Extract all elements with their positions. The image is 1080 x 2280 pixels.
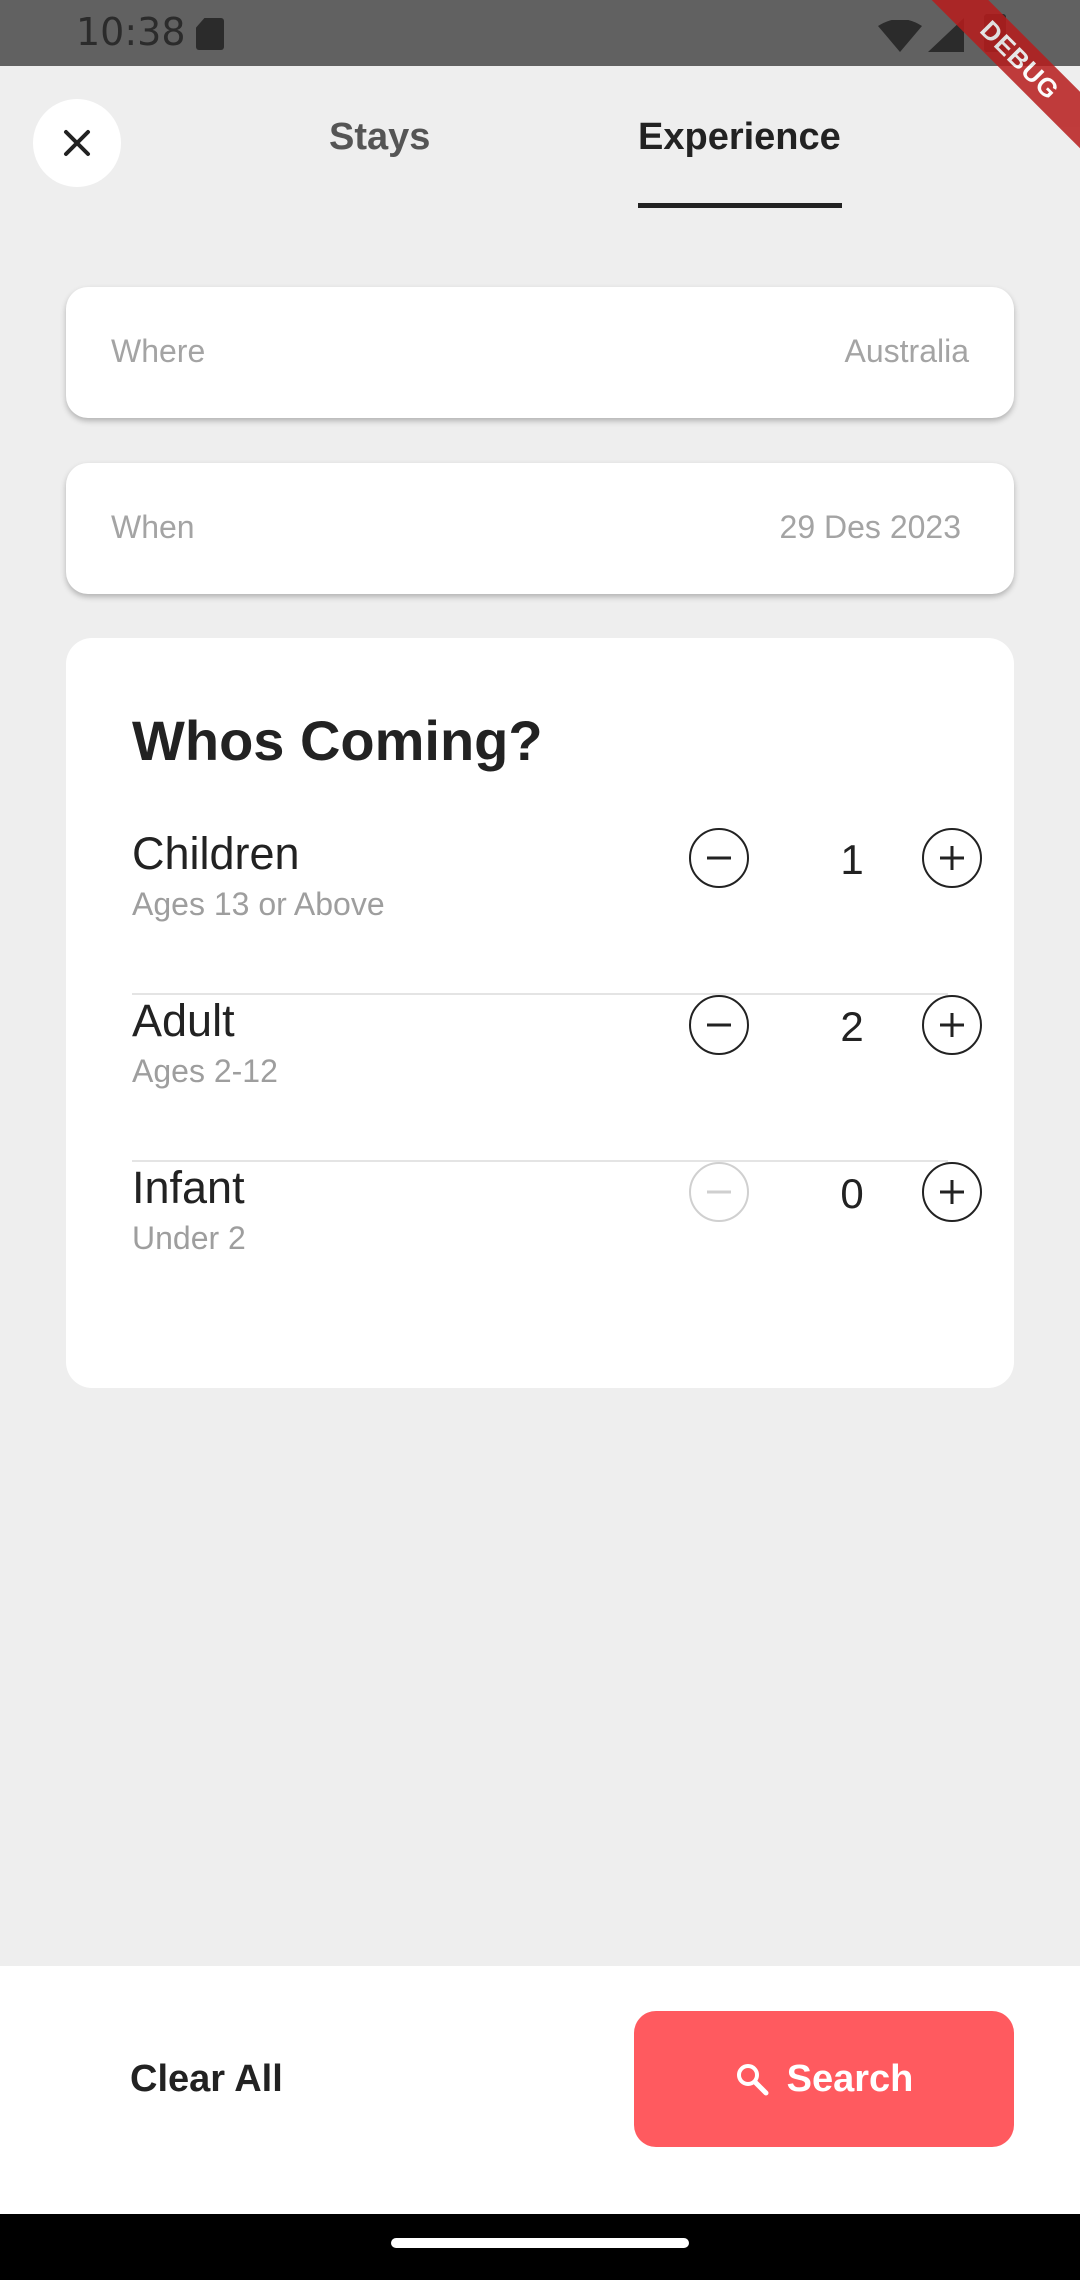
where-field[interactable]: Where Australia: [66, 287, 1014, 418]
status-bar: 10:38: [0, 0, 1080, 66]
infant-increment-button[interactable]: [922, 1162, 982, 1222]
tab-stays[interactable]: Stays: [329, 116, 430, 159]
guest-description: Under 2: [132, 1220, 246, 1256]
when-value: 29 Des 2023: [779, 509, 961, 545]
guest-row-adult: Adult Ages 2-12 2: [132, 995, 982, 1162]
minus-icon: [707, 856, 731, 860]
clear-all-button[interactable]: Clear All: [130, 2058, 283, 2101]
status-time: 10:38: [76, 10, 186, 54]
guest-name: Adult: [132, 995, 235, 1046]
infant-count: 0: [840, 1170, 864, 1217]
guest-name: Children: [132, 828, 300, 879]
where-label: Where: [111, 333, 206, 369]
debug-banner: DEBUG: [920, 0, 1080, 160]
children-decrement-button[interactable]: [689, 828, 749, 888]
home-indicator[interactable]: [391, 2238, 689, 2248]
adult-decrement-button[interactable]: [689, 995, 749, 1055]
active-tab-indicator: [638, 203, 842, 208]
guest-name: Infant: [132, 1162, 245, 1213]
minus-icon: [707, 1190, 731, 1194]
guest-description: Ages 13 or Above: [132, 886, 385, 922]
adult-increment-button[interactable]: [922, 995, 982, 1055]
children-increment-button[interactable]: [922, 828, 982, 888]
guests-card: Whos Coming? Children Ages 13 or Above 1…: [66, 638, 1014, 1388]
adult-count: 2: [840, 1003, 864, 1050]
guest-row-infant: Infant Under 2 0: [132, 1162, 982, 1329]
guests-title: Whos Coming?: [132, 709, 543, 772]
guest-description: Ages 2-12: [132, 1053, 278, 1089]
infant-decrement-button[interactable]: [689, 1162, 749, 1222]
plus-icon: [940, 1013, 964, 1037]
search-button-label: Search: [786, 2057, 914, 2100]
bottom-action-bar: Clear All Search: [0, 1966, 1080, 2214]
debug-label: DEBUG: [920, 0, 1080, 160]
search-button[interactable]: Search: [634, 2011, 1014, 2147]
plus-icon: [940, 1180, 964, 1204]
plus-icon: [940, 846, 964, 870]
children-count: 1: [840, 836, 864, 883]
wifi-icon: [878, 20, 922, 52]
sd-card-icon: [196, 18, 224, 50]
minus-icon: [707, 1023, 731, 1027]
search-icon: [736, 2064, 769, 2096]
when-label: When: [111, 509, 195, 545]
close-button[interactable]: [33, 99, 121, 187]
where-value: Australia: [844, 333, 970, 369]
when-field[interactable]: When 29 Des 2023: [66, 463, 1014, 594]
close-icon: [64, 130, 90, 156]
guest-row-children: Children Ages 13 or Above 1: [132, 828, 982, 995]
tab-experience[interactable]: Experience: [638, 116, 841, 159]
